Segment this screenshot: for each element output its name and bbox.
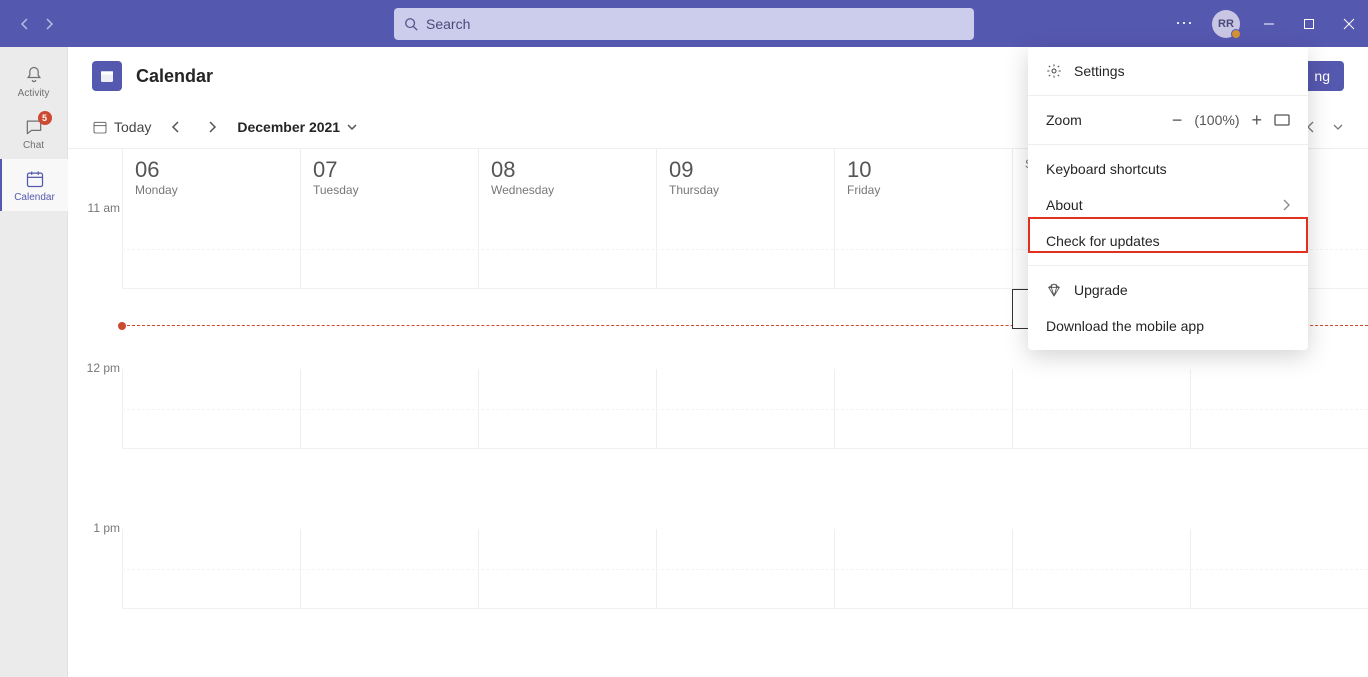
search-input[interactable]: Search [394,8,974,40]
back-button[interactable] [16,15,34,33]
zoom-in-button[interactable]: + [1251,110,1262,131]
settings-dropdown: Settings Zoom − (100%) + Keyboard shortc… [1028,47,1308,350]
rail-calendar[interactable]: Calendar [0,159,68,211]
menu-keyboard-shortcuts[interactable]: Keyboard shortcuts [1028,151,1308,187]
time-cell[interactable] [122,209,300,288]
rail-label: Calendar [14,192,55,203]
close-button[interactable] [1338,13,1360,35]
menu-label: Check for updates [1046,233,1160,249]
zoom-out-button[interactable]: − [1172,110,1183,131]
chevron-down-icon[interactable] [1332,122,1344,132]
rail-label: Chat [23,140,44,151]
menu-zoom: Zoom − (100%) + [1028,102,1308,138]
day-number: 06 [135,157,288,183]
calendar-icon [24,168,46,190]
menu-label: About [1046,197,1083,213]
day-number: 08 [491,157,644,183]
day-name: Thursday [669,183,822,197]
prev-week-button[interactable] [165,116,187,138]
menu-label: Keyboard shortcuts [1046,161,1167,177]
minimize-button[interactable] [1258,13,1280,35]
today-button[interactable]: Today [92,119,151,135]
search-icon [404,17,418,31]
menu-about[interactable]: About [1028,187,1308,223]
time-cell[interactable] [1190,529,1368,608]
day-header[interactable]: 06Monday [122,149,300,209]
presence-badge [1231,29,1241,39]
day-header[interactable]: 08Wednesday [478,149,656,209]
calendar-app-icon [92,61,122,91]
day-name: Monday [135,183,288,197]
month-text: December 2021 [237,119,340,135]
hour-row: 12 pm [122,369,1368,449]
day-header[interactable]: 10Friday [834,149,1012,209]
rail-label: Activity [18,88,50,99]
hour-label: 12 pm [76,361,120,375]
menu-check-updates[interactable]: Check for updates [1028,223,1308,259]
day-number: 10 [847,157,1000,183]
day-header[interactable]: 09Thursday [656,149,834,209]
menu-label: Settings [1074,63,1125,79]
gear-icon [1046,63,1062,79]
bell-icon [23,64,45,86]
day-name: Friday [847,183,1000,197]
time-cell[interactable] [656,529,834,608]
title-bar: Search ⋯ RR [0,0,1368,47]
main-content: Calendar ng Today December 2021 [68,47,1368,677]
month-picker[interactable]: December 2021 [237,119,358,135]
time-cell[interactable] [656,209,834,288]
day-name: Wednesday [491,183,644,197]
time-cell[interactable] [478,369,656,448]
time-cell[interactable] [300,209,478,288]
next-week-button[interactable] [201,116,223,138]
chevron-down-icon [346,122,358,132]
diamond-icon [1046,282,1062,298]
today-label: Today [114,119,151,135]
hour-label: 1 pm [76,521,120,535]
page-title: Calendar [136,66,213,87]
time-cell[interactable] [1012,529,1190,608]
time-cell[interactable] [478,529,656,608]
time-cell[interactable] [122,369,300,448]
avatar[interactable]: RR [1212,10,1240,38]
day-header[interactable]: 07Tuesday [300,149,478,209]
rail-chat[interactable]: 5 Chat [0,107,68,159]
time-cell[interactable] [656,369,834,448]
menu-upgrade[interactable]: Upgrade [1028,272,1308,308]
chevron-right-icon [1282,199,1290,211]
time-cell[interactable] [478,209,656,288]
time-cell[interactable] [1190,369,1368,448]
forward-button[interactable] [40,15,58,33]
fullscreen-icon[interactable] [1274,114,1290,126]
today-icon [92,119,108,135]
day-number: 09 [669,157,822,183]
zoom-label: Zoom [1046,112,1082,128]
day-name: Tuesday [313,183,466,197]
time-cell[interactable] [1012,369,1190,448]
day-number: 07 [313,157,466,183]
time-cell[interactable] [834,529,1012,608]
search-placeholder: Search [426,16,470,32]
maximize-button[interactable] [1298,13,1320,35]
time-cell[interactable] [122,529,300,608]
rail-activity[interactable]: Activity [0,55,68,107]
more-options-button[interactable]: ⋯ [1175,13,1194,34]
time-cell[interactable] [834,369,1012,448]
avatar-initials: RR [1218,18,1234,30]
menu-label: Download the mobile app [1046,318,1204,334]
menu-label: Upgrade [1074,282,1128,298]
time-cell[interactable] [300,369,478,448]
time-cell[interactable] [300,529,478,608]
hour-label: 11 am [76,201,120,215]
time-cell[interactable] [834,209,1012,288]
hour-row: 1 pm [122,529,1368,609]
chat-badge: 5 [38,111,52,125]
menu-settings[interactable]: Settings [1028,53,1308,89]
zoom-value: (100%) [1194,112,1239,128]
menu-download-mobile[interactable]: Download the mobile app [1028,308,1308,344]
app-rail: Activity 5 Chat Calendar [0,47,68,677]
